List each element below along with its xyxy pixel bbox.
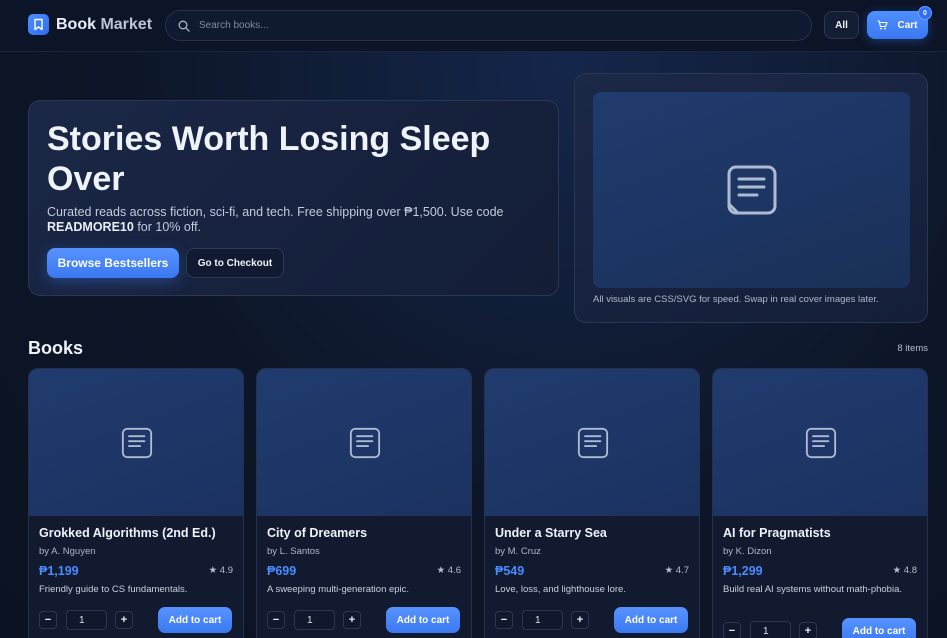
document-icon xyxy=(121,427,153,458)
quantity-decrement-button[interactable]: − xyxy=(267,611,285,629)
quantity-input[interactable]: 1 xyxy=(294,610,335,630)
quantity-decrement-button[interactable]: − xyxy=(39,611,57,629)
quantity-increment-button[interactable]: + xyxy=(571,611,589,629)
add-to-cart-button[interactable]: Add to cart xyxy=(614,607,688,633)
quantity-input[interactable]: 1 xyxy=(66,610,107,630)
bookmark-icon xyxy=(28,14,49,35)
book-author: by K. Dizon xyxy=(723,546,772,557)
quantity-input[interactable]: 1 xyxy=(750,621,791,638)
book-title[interactable]: Grokked Algorithms (2nd Ed.) xyxy=(39,526,216,540)
book-price: ₱699 xyxy=(267,564,297,578)
quantity-decrement-button[interactable]: − xyxy=(495,611,513,629)
logo[interactable]: Book Market xyxy=(28,14,152,35)
book-rating: ★ 4.8 xyxy=(892,565,917,576)
hero-visual-image xyxy=(593,92,910,288)
book-card[interactable]: City of Dreamers by L. Santos ₱699 ★ 4.6… xyxy=(256,368,472,638)
hero-title: Stories Worth Losing Sleep Over xyxy=(47,120,491,198)
book-description: Build real AI systems without math-phobi… xyxy=(723,584,903,595)
book-cover xyxy=(485,369,699,516)
logo-text: Book Market xyxy=(56,15,153,33)
search-input[interactable] xyxy=(199,20,779,31)
quantity-increment-button[interactable]: + xyxy=(115,611,133,629)
book-description: A sweeping multi-generation epic. xyxy=(267,584,410,595)
book-cover xyxy=(29,369,243,516)
hero-visual-panel: All visuals are CSS/SVG for speed. Swap … xyxy=(574,73,928,323)
hero-subtitle: Curated reads across fiction, sci-fi, an… xyxy=(47,205,504,234)
quantity-input[interactable]: 1 xyxy=(522,610,563,630)
book-price: ₱1,199 xyxy=(39,564,79,578)
document-icon xyxy=(577,427,609,458)
add-to-cart-button[interactable]: Add to cart xyxy=(386,607,460,633)
add-to-cart-button[interactable]: Add to cart xyxy=(158,607,232,633)
section-title: Books xyxy=(28,338,84,358)
book-card[interactable]: Under a Starry Sea by M. Cruz ₱549 ★ 4.7… xyxy=(484,368,700,638)
promo-code: READMORE10 xyxy=(47,220,134,234)
book-price: ₱1,299 xyxy=(723,564,763,578)
book-author: by A. Nguyen xyxy=(39,546,96,557)
cart-count-badge: 0 xyxy=(918,6,932,20)
book-card[interactable]: AI for Pragmatists by K. Dizon ₱1,299 ★ … xyxy=(712,368,928,638)
book-title[interactable]: Under a Starry Sea xyxy=(495,526,607,540)
quantity-increment-button[interactable]: + xyxy=(343,611,361,629)
book-cover xyxy=(713,369,927,516)
book-price: ₱549 xyxy=(495,564,525,578)
document-icon xyxy=(805,427,837,458)
quantity-increment-button[interactable]: + xyxy=(799,622,817,638)
document-icon xyxy=(727,165,776,215)
category-filter-button[interactable]: All xyxy=(824,11,859,39)
item-count: 8 items xyxy=(897,343,928,354)
visual-caption: All visuals are CSS/SVG for speed. Swap … xyxy=(593,294,879,305)
document-icon xyxy=(349,427,381,458)
hero-panel: Stories Worth Losing Sleep Over Curated … xyxy=(28,100,559,296)
search-icon xyxy=(178,20,190,32)
book-rating: ★ 4.7 xyxy=(664,565,689,576)
cart-label: Cart xyxy=(897,19,918,31)
book-description: Love, loss, and lighthouse lore. xyxy=(495,584,626,595)
top-bar: Book Market All Cart 0 xyxy=(0,0,947,52)
go-to-checkout-button[interactable]: Go to Checkout xyxy=(186,248,284,278)
book-author: by M. Cruz xyxy=(495,546,541,557)
quantity-decrement-button[interactable]: − xyxy=(723,622,741,638)
book-description: Friendly guide to CS fundamentals. xyxy=(39,584,188,595)
book-rating: ★ 4.6 xyxy=(436,565,461,576)
book-title[interactable]: AI for Pragmatists xyxy=(723,526,831,540)
book-card[interactable]: Grokked Algorithms (2nd Ed.) by A. Nguye… xyxy=(28,368,244,638)
book-cover xyxy=(257,369,471,516)
add-to-cart-button[interactable]: Add to cart xyxy=(842,618,916,638)
browse-bestsellers-button[interactable]: Browse Bestsellers xyxy=(47,248,179,278)
cart-icon xyxy=(877,20,889,30)
book-title[interactable]: City of Dreamers xyxy=(267,526,367,540)
book-rating: ★ 4.9 xyxy=(208,565,233,576)
book-author: by L. Santos xyxy=(267,546,320,557)
search-bar xyxy=(165,10,812,41)
